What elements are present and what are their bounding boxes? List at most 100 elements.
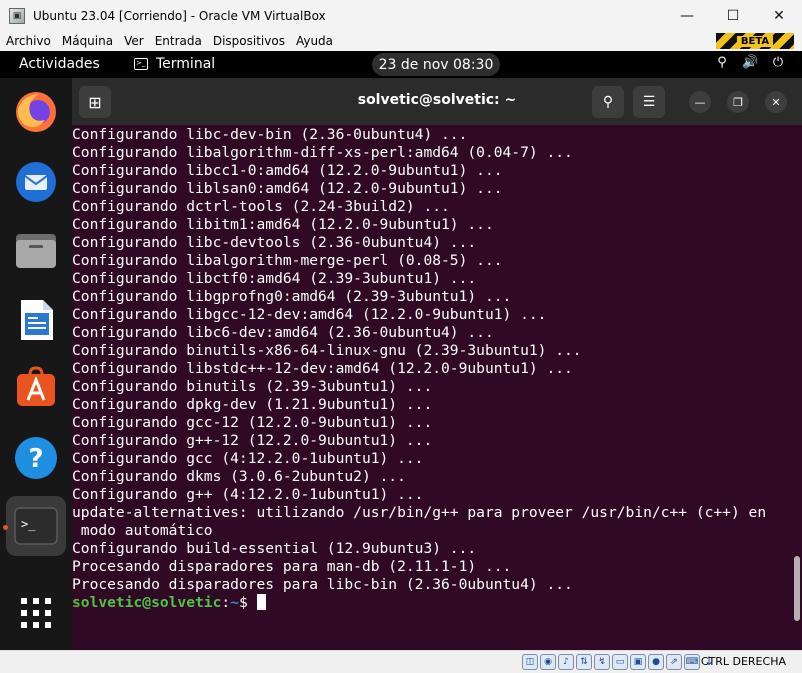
maximize-button[interactable]: ❐ (727, 91, 749, 113)
host-key-label: CTRL DERECHA (700, 655, 786, 668)
firefox-icon (16, 92, 56, 132)
terminal-header-bar: ⊞ solvetic@solvetic: ~ ⚲ ☰ — ❐ ✕ (72, 78, 802, 125)
display-icon[interactable]: ▣ (630, 654, 646, 670)
close-button[interactable]: ✕ (765, 91, 787, 113)
dock-item-app-center[interactable] (6, 359, 66, 419)
thunderbird-icon (16, 162, 56, 202)
gnome-top-bar: Actividades >_ Terminal 23 de nov 08:30 … (0, 51, 802, 78)
output-line: Configurando libcc1-0:amd64 (12.2.0-9ubu… (72, 162, 503, 179)
libreoffice-writer-icon (21, 300, 53, 340)
active-indicator (3, 525, 8, 530)
menu-entrada[interactable]: Entrada (149, 34, 207, 48)
search-button[interactable]: ⚲ (592, 86, 624, 118)
output-line: Configurando gcc (4:12.2.0-1ubuntu1) ... (72, 450, 424, 467)
output-line: Configurando libitm1:amd64 (12.2.0-9ubun… (72, 216, 494, 233)
terminal-scrollbar[interactable] (794, 556, 800, 621)
app-center-icon (17, 366, 55, 406)
output-line: Configurando binutils (2.39-3ubuntu1) ..… (72, 378, 433, 395)
system-menu[interactable]: ⚲ 🔊 ⏻ (714, 55, 786, 70)
menu-dispositivos[interactable]: Dispositivos (207, 34, 290, 48)
output-line: Configurando libgcc-12-dev:amd64 (12.2.0… (72, 306, 547, 323)
output-line: Configurando liblsan0:amd64 (12.2.0-9ubu… (72, 180, 503, 197)
shared-folder-icon[interactable]: ▭ (612, 654, 628, 670)
apps-grid-icon (21, 598, 51, 628)
activities-button[interactable]: Actividades (19, 56, 100, 72)
output-line: Configurando dctrl-tools (2.24-3build2) … (72, 198, 450, 215)
output-line: Configurando libstdc++-12-dev:amd64 (12.… (72, 360, 573, 377)
output-line: Configurando g++-12 (12.2.0-9ubuntu1) ..… (72, 432, 433, 449)
clock[interactable]: 23 de nov 08:30 (372, 53, 500, 76)
output-line: update-alternatives: utilizando /usr/bin… (72, 504, 767, 521)
output-line: Configurando libgprofng0:amd64 (2.39-3ub… (72, 288, 512, 305)
network-icon[interactable]: ⇅ (576, 654, 592, 670)
mouse-integration-icon[interactable]: ⇗ (666, 654, 682, 670)
output-line: Procesando disparadores para libc-bin (2… (72, 576, 573, 593)
terminal-output[interactable]: Configurando libc-dev-bin (2.36-0ubuntu4… (72, 125, 802, 650)
device-status-icons: ◫ ◉ ♪ ⇅ ↯ ▭ ▣ ● ⇗ ⌨ (522, 654, 700, 670)
optical-disk-icon[interactable]: ◉ (540, 654, 556, 670)
output-line: Procesando disparadores para man-db (2.1… (72, 558, 512, 575)
minimize-button[interactable]: — (689, 91, 711, 113)
help-icon: ? (15, 437, 57, 479)
virtualbox-menu-bar: Archivo Máquina Ver Entrada Dispositivos… (0, 31, 802, 51)
menu-maquina[interactable]: Máquina (56, 34, 118, 48)
output-line: Configurando libalgorithm-merge-perl (0.… (72, 252, 503, 269)
close-icon: ✕ (771, 95, 781, 109)
terminal-icon: >_ (134, 58, 148, 70)
volume-icon: 🔊 (742, 55, 759, 70)
network-icon: ⚲ (717, 55, 727, 70)
svg-text:>_: >_ (21, 517, 36, 531)
app-menu[interactable]: >_ Terminal (134, 56, 215, 72)
output-line: Configurando build-essential (12.9ubuntu… (72, 540, 477, 557)
hamburger-icon: ☰ (642, 94, 656, 110)
output-line: Configurando dkms (3.0.6-2ubuntu2) ... (72, 468, 406, 485)
power-icon: ⏻ (772, 55, 784, 70)
prompt-line[interactable]: solvetic@solvetic:~$ (72, 594, 802, 612)
audio-icon[interactable]: ♪ (558, 654, 574, 670)
menu-archivo[interactable]: Archivo (0, 34, 56, 48)
beta-label: BETA (736, 35, 774, 47)
minimize-icon: — (694, 95, 706, 109)
output-line: Configurando dpkg-dev (1.21.9ubuntu1) ..… (72, 396, 433, 413)
window-controls: — ☐ ✕ (664, 0, 802, 31)
menu-ver[interactable]: Ver (118, 34, 149, 48)
menu-button[interactable]: ☰ (633, 86, 665, 118)
dock-item-terminal[interactable]: >_ (6, 496, 66, 556)
virtualbox-icon: ▣ (9, 7, 25, 24)
hdd-icon[interactable]: ◫ (522, 654, 538, 670)
output-line: Configurando g++ (4:12.2.0-1ubuntu1) ... (72, 486, 424, 503)
output-line: Configurando libc6-dev:amd64 (2.36-0ubun… (72, 324, 494, 341)
terminal-window: ⊞ solvetic@solvetic: ~ ⚲ ☰ — ❐ ✕ Configu… (72, 78, 802, 650)
maximize-icon[interactable]: ☐ (710, 0, 756, 31)
dock: ? >_ (0, 78, 72, 650)
menu-ayuda[interactable]: Ayuda (290, 34, 338, 48)
dock-item-writer[interactable] (6, 290, 66, 350)
dock-show-apps[interactable] (6, 582, 66, 642)
text-cursor (256, 594, 266, 610)
output-line: Configurando libctf0:amd64 (2.39-3ubuntu… (72, 270, 477, 287)
prompt-user: solvetic@solvetic (72, 594, 222, 611)
output-line: Configurando libc-devtools (2.36-0ubuntu… (72, 234, 477, 251)
dock-item-files[interactable] (6, 221, 66, 281)
minimize-icon[interactable]: — (664, 0, 710, 31)
guest-display[interactable]: Actividades >_ Terminal 23 de nov 08:30 … (0, 51, 802, 650)
dock-item-thunderbird[interactable] (6, 152, 66, 212)
output-line: Configurando binutils-x86-64-linux-gnu (… (72, 342, 582, 359)
prompt-symbol: $ (238, 594, 257, 611)
prompt-separator: : (221, 594, 231, 611)
close-icon[interactable]: ✕ (756, 0, 802, 31)
virtualbox-status-bar: ◫ ◉ ♪ ⇅ ↯ ▭ ▣ ● ⇗ ⌨ ↓ CTRL DERECHA (0, 650, 802, 673)
output-line: Configurando libc-dev-bin (2.36-0ubuntu4… (72, 126, 468, 143)
virtualbox-title-bar: ▣ Ubuntu 23.04 [Corriendo] - Oracle VM V… (0, 0, 802, 31)
maximize-icon: ❐ (733, 95, 743, 109)
window-title: Ubuntu 23.04 [Corriendo] - Oracle VM Vir… (33, 8, 326, 23)
dock-item-firefox[interactable] (6, 82, 66, 142)
prompt-path: ~ (230, 594, 239, 611)
output-line: Configurando libalgorithm-diff-xs-perl:a… (72, 144, 573, 161)
usb-icon[interactable]: ↯ (594, 654, 610, 670)
recording-icon[interactable]: ● (648, 654, 664, 670)
app-menu-label: Terminal (156, 56, 216, 72)
terminal-icon: >_ (14, 507, 58, 545)
dock-item-help[interactable]: ? (6, 428, 66, 488)
keyboard-icon[interactable]: ⌨ (684, 654, 700, 670)
